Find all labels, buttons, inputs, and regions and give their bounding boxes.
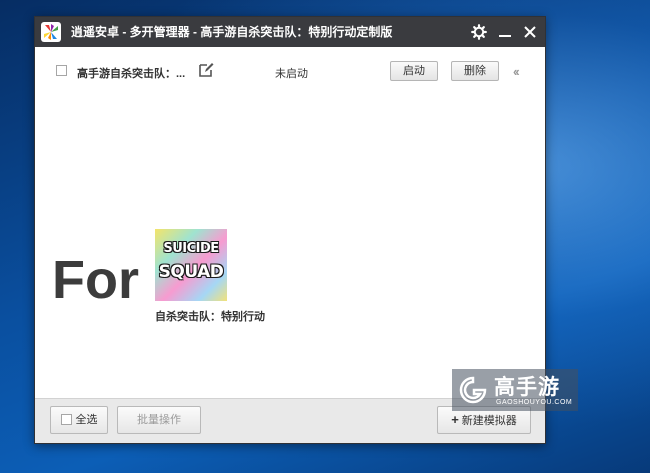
batch-operation-button[interactable]: 批量操作 [117, 406, 201, 434]
game-art-line2: SQUAD [158, 262, 224, 282]
promo-for-text: For [52, 250, 139, 310]
emulator-status: 未启动 [275, 68, 308, 80]
emulator-row: 高手游自杀突击队：... 未启动 启动 删除 ‹‹ [35, 55, 545, 87]
watermark-text: 高手游 [494, 376, 560, 399]
emulator-name: 高手游自杀突击队：... [77, 68, 186, 80]
title-bar[interactable]: 逍遥安卓 - 多开管理器 - 高手游自杀突击队：特别行动定制版 [35, 17, 545, 47]
game-title: 自杀突击队：特别行动 [155, 311, 265, 323]
select-all-button[interactable]: 全选 [50, 406, 108, 434]
start-button[interactable]: 启动 [390, 61, 438, 81]
window-title: 逍遥安卓 - 多开管理器 - 高手游自杀突击队：特别行动定制版 [71, 25, 393, 39]
gear-icon[interactable] [469, 22, 489, 42]
close-icon[interactable] [520, 22, 540, 42]
delete-button[interactable]: 删除 [451, 61, 499, 81]
emulator-checkbox[interactable] [56, 65, 67, 76]
double-chevron-left-icon[interactable]: ‹‹ [513, 64, 520, 79]
game-art-line1: SUICIDE [163, 241, 219, 256]
game-icon: SUICIDE SQUAD [155, 229, 227, 301]
select-all-label: 全选 [75, 414, 98, 426]
plus-icon: + [451, 412, 459, 427]
select-all-checkbox[interactable] [60, 414, 72, 425]
new-emulator-label: 新建模拟器 [461, 415, 517, 427]
watermark-logo-icon [459, 376, 487, 404]
edit-icon[interactable] [198, 62, 214, 78]
watermark-subtext: GAOSHOUYOU.COM [496, 399, 573, 406]
minimize-icon[interactable] [495, 22, 515, 42]
xiaoyao-logo-icon [41, 22, 61, 42]
watermark: 高手游 GAOSHOUYOU.COM [452, 369, 578, 411]
